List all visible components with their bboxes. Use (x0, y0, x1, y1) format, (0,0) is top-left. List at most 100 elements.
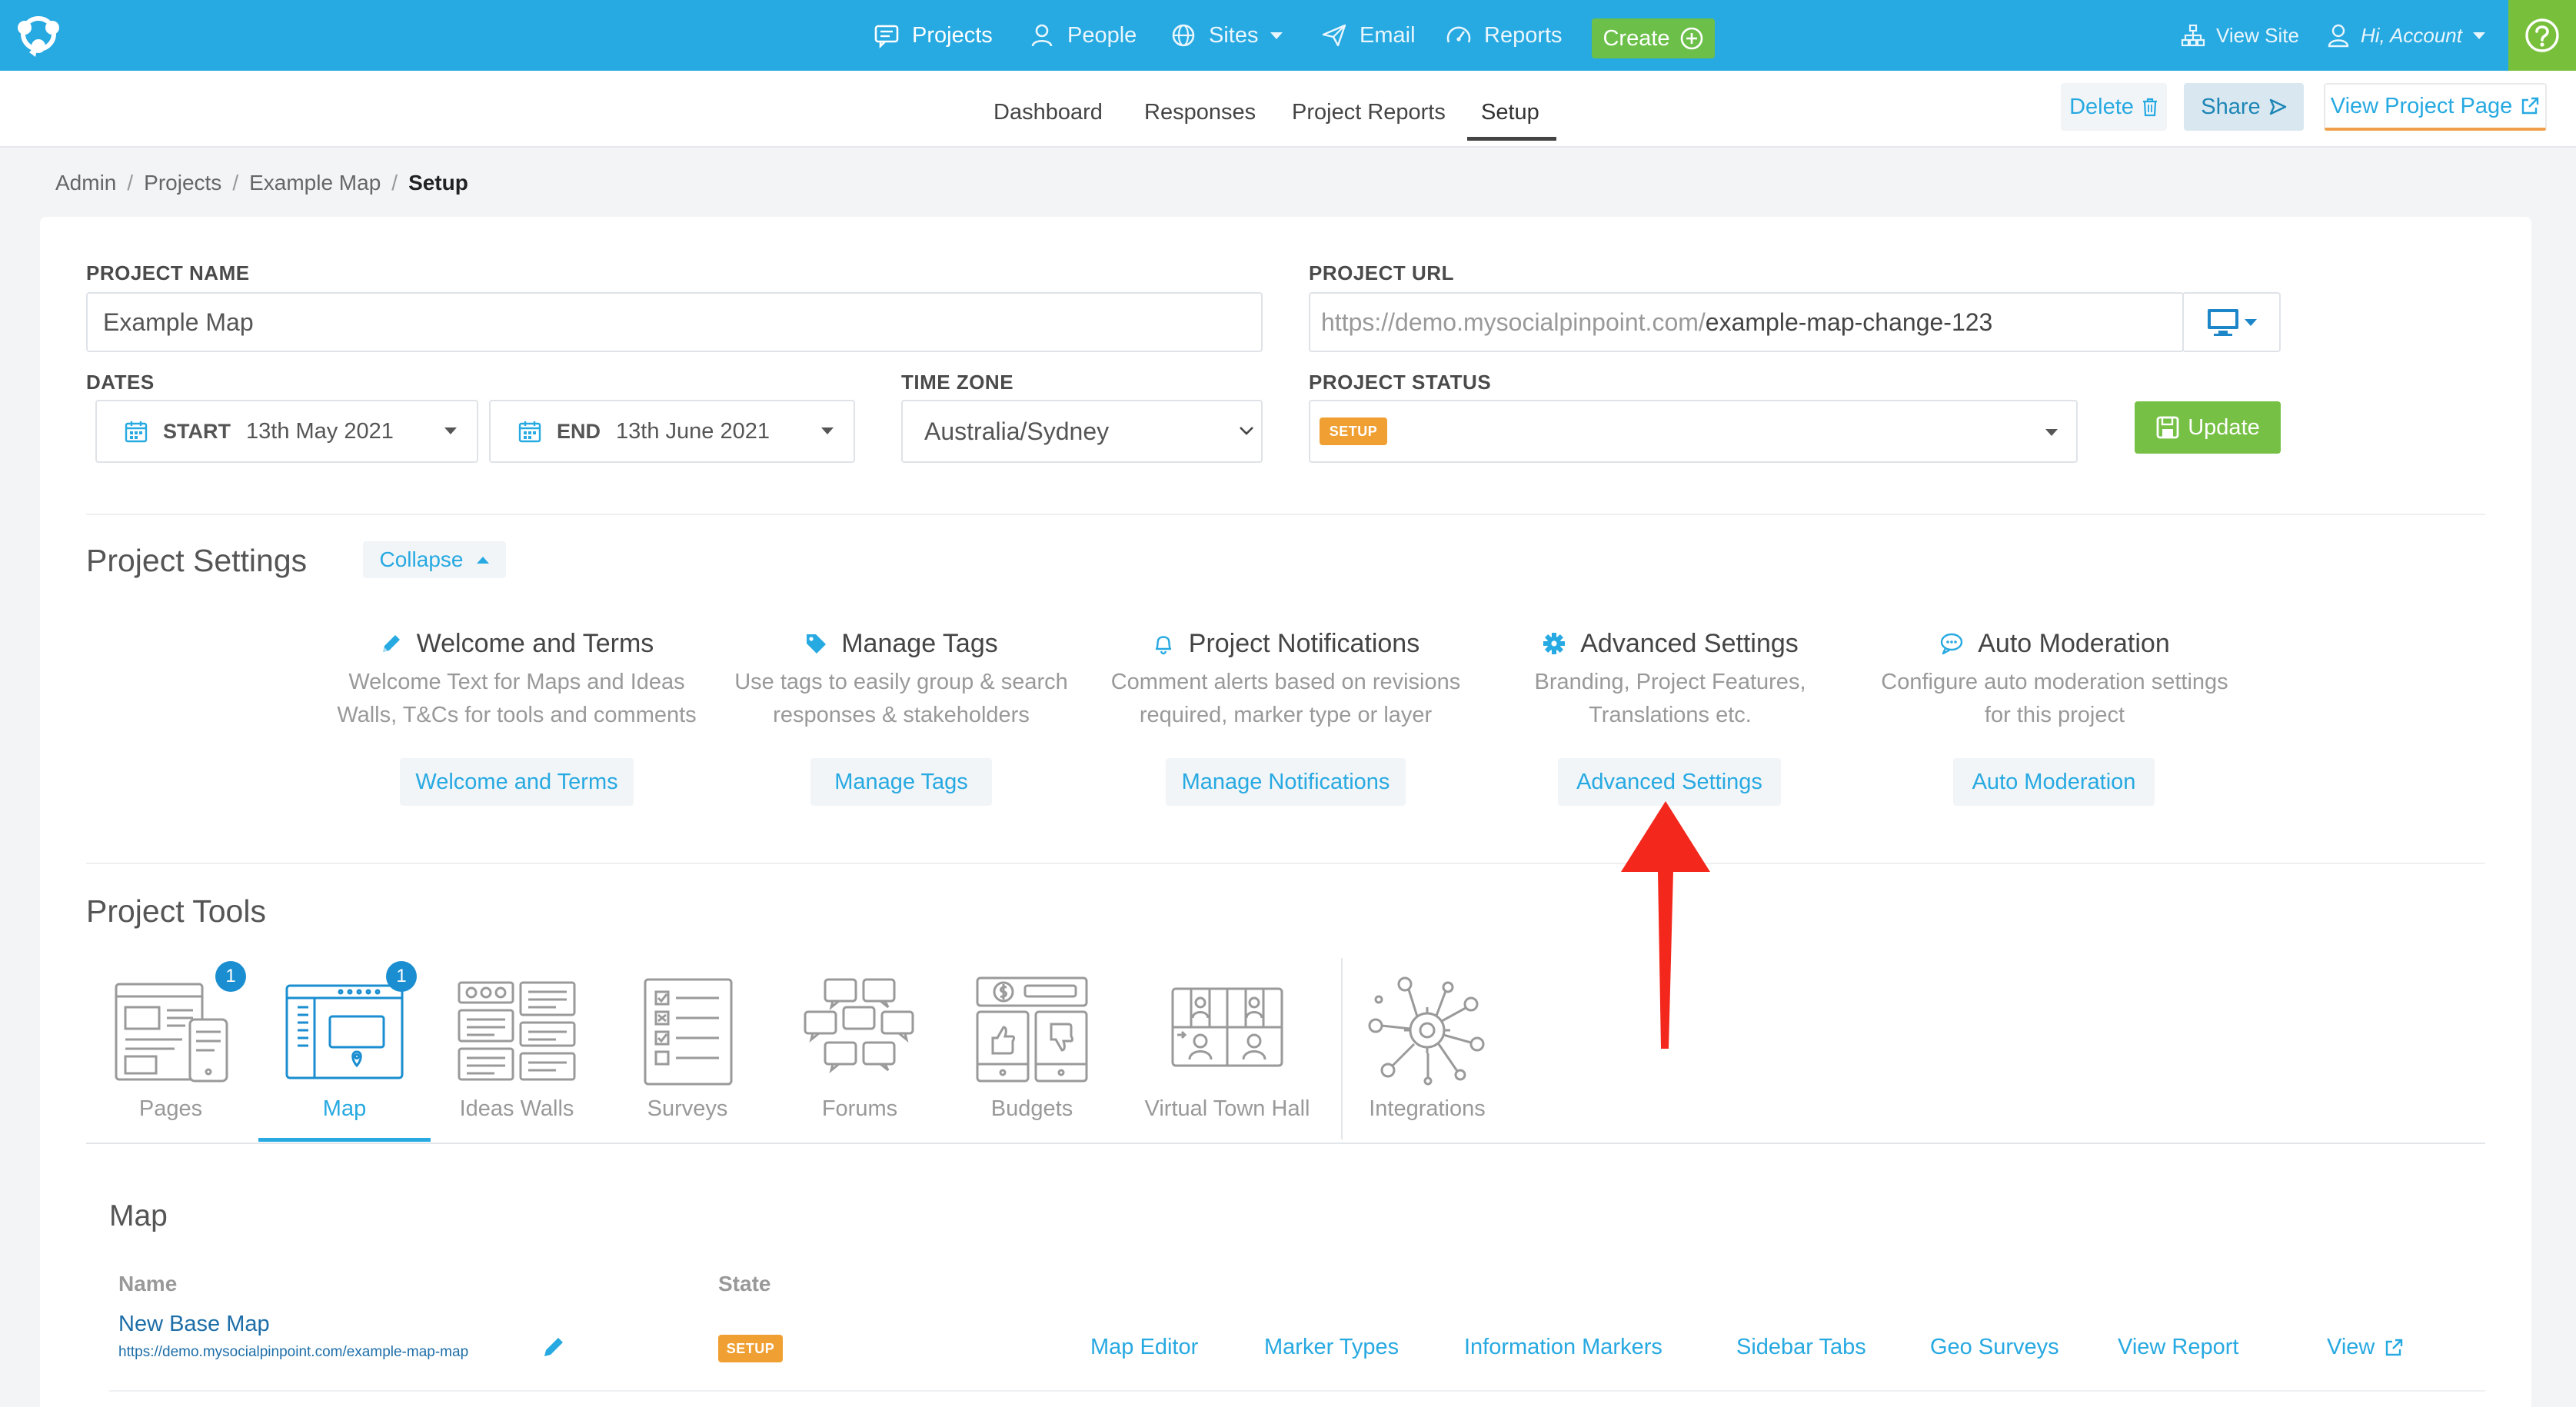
chevron-down-icon (2472, 32, 2485, 39)
map-editor-link[interactable]: Map Editor (1090, 1335, 1198, 1360)
chevron-down-icon (2045, 429, 2058, 436)
project-status-label: PROJECT STATUS (1309, 371, 1492, 394)
tool-ideas-walls[interactable]: Ideas Walls (431, 961, 603, 1143)
delete-button[interactable]: Delete (2061, 83, 2167, 131)
nav-reports-label: Reports (1484, 22, 1563, 48)
chevron-down-icon (1240, 427, 1253, 435)
help-icon (2525, 18, 2559, 52)
manage-notifications-button[interactable]: Manage Notifications (1166, 758, 1406, 806)
setting-welcome-terms: Welcome and Terms Welcome Text for Maps … (324, 624, 709, 732)
tool-label: Surveys (647, 1096, 728, 1121)
tab-dashboard[interactable]: Dashboard (993, 100, 1103, 125)
breadcrumb-separator: / (391, 171, 398, 195)
project-url-input[interactable]: https://demo.mysocialpinpoint.com/exampl… (1309, 292, 2184, 352)
breadcrumb-admin[interactable]: Admin (55, 171, 116, 195)
tool-label: Virtual Town Hall (1144, 1096, 1310, 1121)
start-date-picker[interactable]: START 13th May 2021 (95, 400, 478, 463)
delete-label: Delete (2069, 94, 2134, 119)
setting-description-line: responses & stakeholders (773, 703, 1030, 727)
tools-divider (86, 1143, 2485, 1144)
nav-reports[interactable]: Reports (1446, 0, 1563, 71)
setting-title: Auto Moderation (1978, 628, 2170, 658)
project-tools-title: Project Tools (86, 893, 266, 929)
annotation-arrow-icon (1621, 801, 1710, 1049)
globe-icon (1172, 24, 1195, 47)
setting-title: Project Notifications (1188, 628, 1420, 658)
tool-surveys[interactable]: Surveys (601, 961, 774, 1143)
information-markers-link[interactable]: Information Markers (1464, 1335, 1662, 1360)
setting-title: Advanced Settings (1580, 628, 1799, 658)
view-site-link[interactable]: View Site (2181, 0, 2299, 71)
breadcrumb-projects[interactable]: Projects (144, 171, 221, 195)
external-link-icon (2522, 97, 2539, 115)
nav-sites[interactable]: Sites (1170, 0, 1283, 71)
section-divider (86, 863, 2485, 864)
notification-count-badge: 1 (386, 961, 417, 992)
view-report-link[interactable]: View Report (2118, 1335, 2238, 1360)
save-icon (2156, 416, 2179, 439)
chevron-down-icon (444, 427, 457, 434)
geo-surveys-link[interactable]: Geo Surveys (1930, 1335, 2059, 1360)
sitemap-icon (2181, 24, 2205, 47)
nav-projects[interactable]: Projects (874, 0, 993, 71)
tool-budgets[interactable]: Budgets (946, 961, 1118, 1143)
end-date-picker[interactable]: END 13th June 2021 (489, 400, 855, 463)
tab-project-reports[interactable]: Project Reports (1292, 100, 1446, 125)
speech-bubble-icon (1941, 633, 1963, 655)
project-status-select[interactable]: SETUP (1309, 400, 2078, 463)
chevron-down-icon (821, 427, 834, 434)
chat-icon (874, 25, 899, 48)
view-project-page-button[interactable]: View Project Page (2324, 83, 2547, 131)
map-name-link[interactable]: New Base Map (118, 1312, 270, 1337)
tool-virtual-town-hall[interactable]: Virtual Town Hall (1141, 961, 1313, 1143)
active-tool-indicator (258, 1138, 431, 1142)
social-pinpoint-logo-icon[interactable] (14, 12, 63, 58)
collapse-button[interactable]: Collapse (363, 541, 506, 578)
budget-icon (976, 976, 1088, 1083)
setting-description-line: Use tags to easily group & search (734, 670, 1068, 694)
create-label: Create (1603, 25, 1670, 51)
nav-people[interactable]: People (1029, 0, 1137, 71)
project-setup-card (40, 217, 2531, 1407)
account-menu[interactable]: Hi, Account (2327, 0, 2485, 71)
tool-forums[interactable]: Forums (774, 961, 946, 1143)
setting-description-line: required, marker type or layer (1139, 703, 1433, 727)
setting-description-line: Configure auto moderation settings (1881, 670, 2228, 694)
tab-responses[interactable]: Responses (1144, 100, 1256, 125)
share-button[interactable]: Share (2184, 83, 2304, 131)
advanced-settings-button[interactable]: Advanced Settings (1558, 758, 1781, 806)
create-button[interactable]: Create (1592, 18, 1715, 58)
setting-advanced-settings: Advanced Settings Branding, Project Feat… (1478, 624, 1862, 732)
nav-people-label: People (1067, 22, 1137, 48)
welcome-and-terms-button[interactable]: Welcome and Terms (400, 758, 634, 806)
help-button[interactable] (2508, 0, 2576, 71)
map-url-link[interactable]: https://demo.mysocialpinpoint.com/exampl… (118, 1344, 468, 1361)
view-map-link[interactable]: View (2327, 1335, 2404, 1360)
survey-checklist-icon (644, 978, 733, 1086)
tool-integrations[interactable]: Integrations (1341, 961, 1513, 1143)
breadcrumb-example-map[interactable]: Example Map (249, 171, 381, 195)
edit-pencil-icon[interactable] (541, 1335, 566, 1359)
setting-description-line: Welcome Text for Maps and Ideas (348, 670, 685, 694)
tab-setup[interactable]: Setup (1481, 100, 1539, 125)
marker-types-link[interactable]: Marker Types (1264, 1335, 1399, 1360)
collapse-label: Collapse (379, 547, 464, 571)
nav-sites-label: Sites (1209, 22, 1259, 48)
project-name-input[interactable]: Example Map (86, 292, 1263, 352)
nav-email[interactable]: Email (1321, 0, 1416, 71)
project-name-value: Example Map (103, 308, 254, 336)
end-label: END (557, 419, 601, 443)
project-url-label: PROJECT URL (1309, 261, 1454, 284)
timezone-select[interactable]: Australia/Sydney (901, 400, 1263, 463)
device-preview-dropdown[interactable] (2182, 292, 2281, 352)
timezone-value: Australia/Sydney (924, 417, 1110, 445)
update-button[interactable]: Update (2135, 401, 2281, 454)
sidebar-tabs-link[interactable]: Sidebar Tabs (1736, 1335, 1866, 1360)
chevron-down-icon (2245, 318, 2257, 326)
manage-tags-button[interactable]: Manage Tags (810, 758, 992, 806)
auto-moderation-button[interactable]: Auto Moderation (1953, 758, 2155, 806)
gauge-icon (1446, 26, 1471, 43)
ideas-wall-icon (458, 981, 576, 1081)
tool-label: Integrations (1369, 1096, 1486, 1121)
breadcrumb-current: Setup (408, 171, 468, 195)
